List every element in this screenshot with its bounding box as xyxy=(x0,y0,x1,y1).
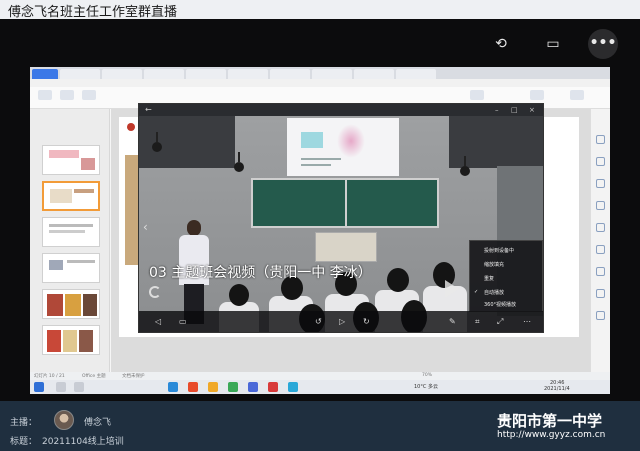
live-stream-frame[interactable]: ⟲ ▭ ••• 幻灯片 10 / 21 Office 主题 文档未保护 70% … xyxy=(0,19,640,401)
tab-document-6[interactable] xyxy=(270,69,310,79)
player-title-bar: ← – □ × xyxy=(139,104,543,116)
tab-home[interactable] xyxy=(32,69,58,79)
slide-counter: 幻灯片 10 / 21 xyxy=(34,374,65,379)
host-label: 主播： xyxy=(10,418,38,428)
task-view-icon[interactable] xyxy=(74,382,84,392)
topic-label: 标题： xyxy=(10,437,38,447)
tool-icon[interactable] xyxy=(596,311,605,320)
tool-icon[interactable] xyxy=(596,157,605,166)
topic-text: 20211104线上培训 xyxy=(42,437,124,447)
menu-item-repeat[interactable]: 重复 xyxy=(484,275,494,282)
fullscreen-icon[interactable]: ⤢ xyxy=(497,317,503,327)
theme-name: Office 主题 xyxy=(82,374,106,379)
school-url-watermark: http://www.gyyz.com.cn xyxy=(497,430,606,440)
app-icon[interactable] xyxy=(168,382,178,392)
checkmark-icon: ✓ xyxy=(474,289,479,295)
menu-item-zoom-fill[interactable]: 缩放填充 xyxy=(484,261,504,268)
subtitle-icon[interactable]: ▭ xyxy=(179,317,187,326)
zoom-level[interactable]: 70% xyxy=(422,373,432,378)
maximize-icon[interactable]: □ xyxy=(511,104,518,116)
school-logo-icon xyxy=(127,123,135,131)
slide-thumbnail-selected[interactable] xyxy=(42,181,100,211)
host-avatar[interactable] xyxy=(54,410,74,430)
menu-item-cast[interactable]: 投射到设备中 xyxy=(484,247,514,254)
slide-thumbnail-panel[interactable] xyxy=(30,109,110,372)
tab-document-2[interactable] xyxy=(102,69,142,79)
tab-document-1[interactable] xyxy=(60,69,100,79)
app-icon[interactable] xyxy=(248,382,258,392)
video-player-window[interactable]: ← – □ × ‹ 03 主题班会视频（贵阳一中 李冰） 投射到设备中 缩放填充… xyxy=(138,103,544,333)
app-icon[interactable] xyxy=(188,382,198,392)
app-icon[interactable] xyxy=(208,382,218,392)
app-icon[interactable] xyxy=(228,382,238,392)
blackboard xyxy=(251,178,439,228)
slide-thumbnail[interactable] xyxy=(42,289,100,319)
status-bar: 幻灯片 10 / 21 Office 主题 文档未保护 70% xyxy=(30,372,610,380)
previous-arrow-icon[interactable]: ‹ xyxy=(143,220,148,234)
protection-status: 文档未保护 xyxy=(122,374,145,379)
app-icon[interactable] xyxy=(268,382,278,392)
slide-thumbnail[interactable] xyxy=(42,217,100,247)
paste-icon[interactable] xyxy=(38,90,52,100)
tool-icon[interactable] xyxy=(596,289,605,298)
share-icon[interactable] xyxy=(530,90,544,100)
volume-icon[interactable]: ◁ xyxy=(155,317,161,326)
windows-start-icon[interactable] xyxy=(34,382,44,392)
tab-document-9[interactable] xyxy=(396,69,436,79)
cast-icon[interactable]: ▭ xyxy=(540,33,566,55)
minimize-icon[interactable]: – xyxy=(495,104,499,116)
live-title: 傅念飞名班主任工作室群直播 xyxy=(8,5,178,20)
tool-icon[interactable] xyxy=(596,135,605,144)
rewind-icon[interactable]: ↺ xyxy=(315,317,322,326)
user-icon[interactable] xyxy=(570,90,584,100)
tool-icon[interactable] xyxy=(596,267,605,276)
back-arrow-icon[interactable]: ← xyxy=(145,104,152,116)
tab-document-7[interactable] xyxy=(312,69,352,79)
menu-bar xyxy=(30,79,610,87)
play-pause-icon[interactable]: ▷ xyxy=(339,317,345,326)
search-icon[interactable] xyxy=(56,382,66,392)
live-title-bar: 傅念飞名班主任工作室群直播 xyxy=(0,0,640,20)
school-watermark: 贵阳市第一中学 xyxy=(497,412,603,430)
app-tab-bar xyxy=(30,67,610,79)
host-name[interactable]: 傅念飞 xyxy=(84,415,111,428)
forward-icon[interactable]: ↻ xyxy=(363,317,370,326)
projector-screen xyxy=(287,118,399,176)
right-side-toolbar xyxy=(590,109,610,372)
loading-spinner-icon xyxy=(149,286,161,298)
live-info-panel: 主播： 傅念飞 标题： 20211104线上培训 贵阳市第一中学 http://… xyxy=(0,401,640,451)
menu-item-360-video[interactable]: 360°视频播放 xyxy=(484,301,516,308)
tab-document-8[interactable] xyxy=(354,69,394,79)
play-icon[interactable] xyxy=(445,280,459,298)
edit-icon[interactable]: ✎ xyxy=(449,317,456,326)
tab-document-3[interactable] xyxy=(144,69,184,79)
tab-document-5[interactable] xyxy=(228,69,268,79)
tab-document-4[interactable] xyxy=(186,69,226,79)
slide-thumbnail[interactable] xyxy=(42,253,100,283)
app-icon[interactable] xyxy=(288,382,298,392)
more-options-button[interactable]: ••• xyxy=(588,29,618,59)
new-slide-icon[interactable] xyxy=(60,90,74,100)
clock-date: 2021/11/4 xyxy=(544,386,570,392)
windows-taskbar: 10°C 多云 20:46 2021/11/4 xyxy=(30,380,610,394)
more-icon[interactable]: ⋯ xyxy=(523,317,531,326)
tool-icon[interactable] xyxy=(596,201,605,210)
slide-thumbnail[interactable] xyxy=(42,145,100,175)
player-context-menu: 投射到设备中 缩放填充 重复 自动播放 ✓ 360°视频播放 xyxy=(469,240,543,312)
close-icon[interactable]: × xyxy=(529,104,535,116)
weather-text: 10°C 多云 xyxy=(414,384,438,390)
layout-icon[interactable] xyxy=(82,90,96,100)
tool-icon[interactable] xyxy=(596,223,605,232)
player-control-bar: ◁ ▭ ↺ ▷ ↻ ✎ ⌗ ⤢ ⋯ xyxy=(139,311,543,332)
slide-thumbnail[interactable] xyxy=(42,325,100,355)
tool-icon[interactable] xyxy=(596,245,605,254)
crop-icon[interactable]: ⌗ xyxy=(475,317,480,327)
video-subtitle: 03 主题班会视频（贵阳一中 李冰） xyxy=(149,265,372,281)
menu-item-autoplay[interactable]: 自动播放 ✓ xyxy=(474,289,504,296)
tool-icon[interactable] xyxy=(596,179,605,188)
rotate-screen-icon[interactable]: ⟲ xyxy=(488,33,514,55)
find-icon[interactable] xyxy=(470,90,484,100)
